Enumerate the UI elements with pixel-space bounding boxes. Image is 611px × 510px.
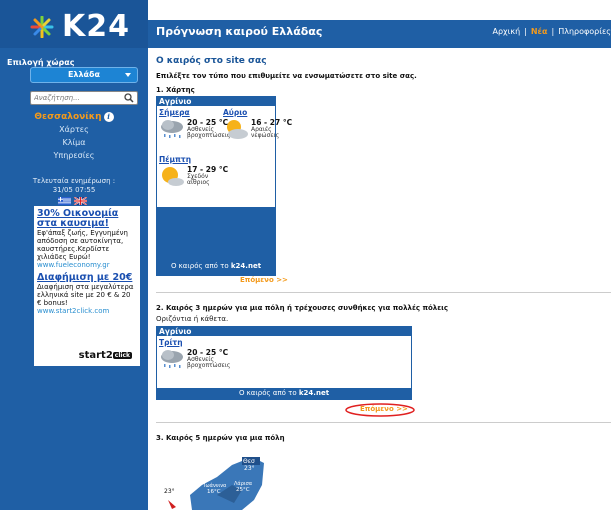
- section2-title: 2. Καιρός 3 ημερών για μια πόλη ή τρέχου…: [156, 304, 448, 312]
- section2-subtitle: Οριζόντια ή κάθετα.: [156, 315, 229, 323]
- logo-text: K24: [62, 9, 130, 44]
- map-label: Λάρισα: [234, 480, 253, 487]
- map-label: Θεσ: [243, 458, 255, 465]
- nav-news[interactable]: Νέα: [531, 27, 548, 36]
- divider: [156, 292, 611, 293]
- country-select-value: Ελλάδα: [67, 70, 101, 79]
- country-select[interactable]: Ελλάδα: [30, 67, 138, 83]
- widget-footer-text: Ο καιρός από το: [238, 389, 299, 397]
- nav-separator: |: [551, 27, 555, 36]
- search-box: [30, 91, 138, 105]
- nav-separator: |: [524, 27, 527, 36]
- last-update: Τελευταία ενημέρωση : 31/05 07:55: [0, 177, 148, 195]
- search-icon[interactable]: [124, 93, 134, 103]
- day-name[interactable]: Πέμπτη: [159, 155, 229, 164]
- language-flags: [58, 197, 90, 206]
- search-input[interactable]: [31, 92, 121, 104]
- map-label: 23°: [244, 465, 255, 472]
- ad-url-advertise[interactable]: www.start2click.com: [37, 307, 137, 315]
- day-name[interactable]: Αύριο: [223, 108, 277, 117]
- ad-title-advertise[interactable]: Διαφήμιση με 20€: [37, 273, 137, 283]
- sidebar-link-maps[interactable]: Χάρτες: [0, 125, 148, 134]
- start2click-brand: start2: [78, 350, 113, 361]
- divider: [156, 422, 611, 423]
- section-heading: Ο καιρός στο site σας: [156, 56, 267, 66]
- forecast-day: Πέμπτη 17 - 29 °C Σχεδόν αίθριος: [159, 155, 229, 195]
- widget-city: Αγρίνιο: [157, 327, 411, 336]
- sun-cloud-icon: [227, 120, 248, 139]
- last-update-time: 31/05 07:55: [52, 186, 96, 194]
- map-arrow-icon: [168, 500, 176, 509]
- sun-cloud-icon: [162, 167, 184, 186]
- day-name[interactable]: Τρίτη: [159, 338, 239, 347]
- chevron-down-icon: [125, 73, 131, 77]
- main-content: Ο καιρός στο site σας Επιλέξτε τον τύπο …: [156, 56, 611, 94]
- forecast-day: Σήμερα 20 - 25 °C Ασθενείς βροχοπτώσεις: [159, 108, 230, 148]
- info-icon[interactable]: i: [103, 112, 114, 122]
- sidebar-link-services[interactable]: Υπηρεσίες: [0, 151, 148, 160]
- intro-text: Επιλέξτε τον τύπο που επιθυμείτε να ενσω…: [156, 72, 417, 80]
- widget-footer-text: Ο καιρός από το: [170, 262, 231, 270]
- ad-body-advertise: Διαφήμιση στα μεγαλύτερα ελληνικά site μ…: [37, 283, 134, 307]
- rain-cloud-icon: [161, 350, 183, 368]
- widget-footer-brand: k24.net: [230, 262, 262, 270]
- flower-logo-icon: [30, 16, 54, 38]
- top-nav: Αρχική | Νέα | Πληροφορίες: [492, 27, 611, 36]
- forecast-day: Τρίτη 20 - 25 °C Ασθενείς βροχοπτώσεις: [159, 338, 239, 378]
- uk-flag-icon[interactable]: [74, 197, 87, 205]
- widget-footer[interactable]: Ο καιρός από το k24.net: [157, 388, 411, 399]
- widget-footer[interactable]: Ο καιρός από το k24.net: [157, 261, 275, 272]
- day-desc: Ασθενείς βροχοπτώσεις: [187, 356, 231, 369]
- forecast-day: Αύριο 16 - 27 °C Αραιές νεφώσεις: [223, 108, 292, 148]
- section1-title: 1. Χάρτης: [156, 86, 195, 94]
- current-city[interactable]: Θεσσαλονίκη i: [0, 112, 148, 122]
- ad-box: 30% Οικονομία στα καυσιμα! Εφ'άπαξ ζωής,…: [34, 206, 140, 366]
- header-bar: Πρόγνωση καιρού Ελλάδας Αρχική | Νέα | Πληρο…: [148, 20, 611, 48]
- current-city-label: Θεσσαλονίκη: [34, 112, 102, 122]
- last-update-label: Τελευταία ενημέρωση :: [32, 177, 116, 185]
- page-title: Πρόγνωση καιρού Ελλάδας: [156, 25, 323, 38]
- nav-info[interactable]: Πληροφορίες: [558, 27, 611, 36]
- next-link[interactable]: Επόμενο >>: [240, 276, 288, 284]
- day-desc: Σχεδόν αίθριος: [187, 173, 210, 186]
- widget-map-preview[interactable]: Αγρίνιο Σήμερα 20 - 25 °C Ασθενείς βροχο…: [156, 96, 292, 276]
- ad-url-fuel[interactable]: www.fueleconomy.gr: [37, 261, 137, 269]
- next-link[interactable]: Επόμενο >>: [360, 405, 408, 413]
- map-label: 23°: [164, 488, 175, 495]
- nav-home[interactable]: Αρχική: [492, 27, 520, 36]
- map-label: Ιωάννινα: [204, 482, 227, 489]
- country-label: Επιλογή χώρας: [7, 58, 75, 67]
- sidebar: K24 Επιλογή χώρας Ελλάδα Θεσσαλονίκηi Χά…: [0, 0, 148, 510]
- ad-body-fuel: Εφ'άπαξ ζωής, Εγγυημένη απόδοση σε αυτοκ…: [37, 229, 128, 261]
- greece-map-preview[interactable]: Θεσ 23° Ιωάννινα 16°C Λάρισα 25°C 23°: [162, 455, 272, 510]
- logo[interactable]: K24: [0, 0, 148, 48]
- sidebar-link-climate[interactable]: Κλίμα: [0, 138, 148, 147]
- start2click-tag: click: [112, 351, 132, 359]
- greek-flag-icon[interactable]: [58, 197, 71, 205]
- map-label: 16°C: [207, 489, 221, 495]
- rain-cloud-icon: [161, 120, 183, 138]
- widget-footer-brand: k24.net: [298, 389, 330, 397]
- section3-title: 3. Καιρός 5 ημερών για μια πόλη: [156, 434, 285, 442]
- day-desc: Αραιές νεφώσεις: [251, 126, 280, 139]
- map-label: 25°C: [236, 487, 250, 493]
- widget-city: Αγρίνιο: [157, 97, 275, 106]
- day-name[interactable]: Σήμερα: [159, 108, 219, 117]
- widget-3day-preview[interactable]: Αγρίνιο Τρίτη 20 - 25 °C Ασθενείς βροχοπ…: [156, 326, 412, 400]
- ad-title-fuel[interactable]: 30% Οικονομία στα καυσιμα!: [37, 209, 137, 229]
- start2click-logo[interactable]: start2 click: [79, 350, 132, 361]
